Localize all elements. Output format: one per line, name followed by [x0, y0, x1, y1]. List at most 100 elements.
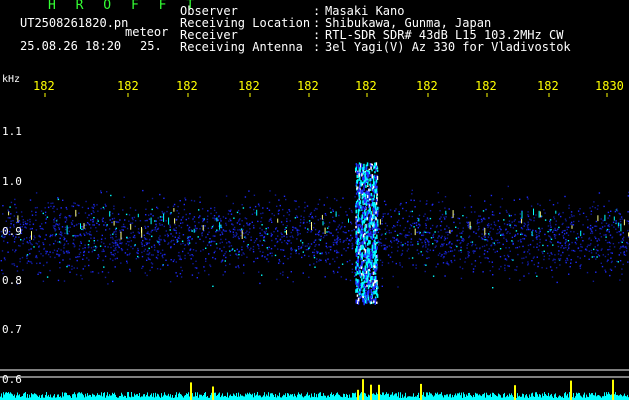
noise-dot: [176, 275, 178, 277]
echo-dot: [368, 250, 370, 255]
noise-dot: [246, 222, 248, 224]
noise-dot: [444, 251, 447, 253]
noise-dot: [563, 237, 565, 239]
level-bar: [231, 396, 232, 400]
level-bar: [1, 393, 2, 400]
noise-dot: [117, 221, 120, 223]
level-bar: [90, 395, 91, 400]
noise-dot: [589, 224, 592, 227]
echo-dot: [375, 249, 377, 254]
level-bar: [239, 396, 240, 400]
noise-dot: [451, 261, 453, 264]
level-bar: [195, 392, 196, 400]
noise-dot: [34, 237, 36, 239]
noise-dot: [410, 244, 412, 246]
noise-dot: [520, 238, 522, 241]
noise-dot: [437, 231, 440, 233]
noise-dot: [607, 211, 610, 214]
noise-dot: [568, 243, 571, 245]
echo-dot: [359, 283, 362, 287]
noise-dot: [404, 227, 407, 229]
echo-dot: [357, 202, 359, 205]
level-bar: [454, 395, 455, 400]
level-bar: [346, 393, 347, 400]
level-bar: [119, 396, 120, 400]
noise-dot: [295, 200, 297, 202]
level-bar: [79, 392, 80, 400]
noise-dot: [228, 209, 230, 212]
noise-dot: [59, 261, 61, 264]
level-bar: [460, 395, 461, 400]
noise-streak: [414, 228, 416, 236]
noise-dot: [123, 225, 125, 228]
noise-dot: [332, 216, 334, 218]
noise-dot: [126, 248, 129, 251]
noise-dot: [265, 227, 267, 230]
noise-dot: [257, 220, 259, 223]
noise-dot: [379, 259, 382, 261]
noise-dot: [271, 221, 273, 223]
noise-dot: [306, 221, 308, 224]
level-bar: [458, 393, 459, 400]
noise-dot: [611, 224, 613, 226]
noise-dot: [112, 238, 114, 240]
noise-dot: [253, 208, 255, 211]
noise-dot: [337, 231, 339, 234]
noise-dot: [399, 262, 401, 264]
noise-dot: [561, 231, 563, 234]
noise-dot: [336, 243, 338, 246]
noise-dot: [155, 256, 158, 259]
echo-dot: [375, 188, 378, 192]
noise-streak: [531, 231, 533, 237]
noise-dot: [421, 234, 423, 236]
noise-dot: [204, 225, 206, 227]
level-bar: [422, 394, 423, 400]
noise-dot: [458, 239, 460, 241]
noise-dot: [390, 240, 392, 242]
echo-dot: [375, 283, 377, 286]
noise-dot: [349, 259, 351, 262]
level-bar: [34, 393, 35, 400]
noise-dot: [295, 252, 297, 254]
noise-streak: [241, 230, 243, 239]
noise-dot: [626, 220, 628, 222]
noise-dot: [453, 255, 455, 257]
echo-dot: [355, 268, 358, 271]
level-bar: [265, 396, 266, 400]
noise-dot: [176, 241, 178, 243]
noise-dot: [266, 233, 269, 235]
noise-dot: [443, 253, 445, 255]
noise-dot: [541, 251, 543, 253]
echo-dot: [376, 294, 379, 298]
noise-dot: [213, 207, 216, 209]
noise-dot: [287, 276, 289, 279]
noise-dot: [305, 249, 308, 251]
noise-dot: [194, 225, 196, 227]
noise-dot: [237, 265, 239, 267]
noise-dot: [448, 208, 450, 210]
noise-dot: [443, 216, 445, 218]
level-bar: [596, 396, 597, 400]
level-bar: [221, 395, 222, 400]
noise-dot: [568, 273, 570, 275]
noise-dot: [49, 244, 51, 246]
noise-dot: [134, 244, 136, 246]
noise-dot: [47, 202, 49, 204]
noise-dot: [494, 251, 496, 253]
noise-dot: [425, 219, 427, 221]
noise-dot: [459, 232, 461, 234]
noise-dot: [132, 218, 134, 221]
noise-dot: [419, 200, 421, 202]
noise-dot: [620, 216, 623, 218]
level-bar: [85, 393, 86, 400]
echo-dot: [364, 216, 367, 219]
noise-dot: [606, 230, 608, 232]
noise-dot: [487, 240, 489, 242]
noise-dot: [220, 261, 223, 263]
level-bar: [60, 396, 61, 400]
echo-dot: [369, 248, 372, 251]
noise-dot: [40, 253, 42, 255]
noise-dot: [622, 238, 624, 240]
noise-dot: [103, 266, 105, 268]
noise-dot: [225, 238, 227, 241]
